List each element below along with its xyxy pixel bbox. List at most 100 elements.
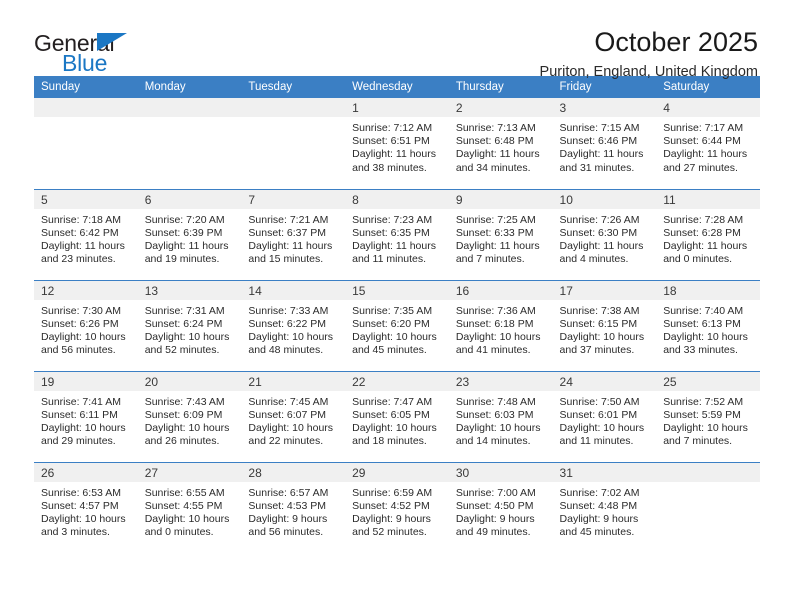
calendar-day-cell[interactable]: 28 Sunrise: 6:57 AM Sunset: 4:53 PM Dayligh… — [241, 461, 346, 553]
day-number: 24 — [552, 371, 657, 391]
sun-info-sunrise: Sunrise: 7:43 AM — [144, 395, 225, 408]
calendar-day-cell[interactable]: 22 Sunrise: 7:47 AM Sunset: 6:05 PM Dayligh… — [345, 370, 449, 462]
calendar-day-cell[interactable]: 18 Sunrise: 7:40 AM Sunset: 6:13 PM Dayligh… — [656, 279, 760, 371]
calendar-day-cell[interactable]: 2 Sunrise: 7:13 AM Sunset: 6:48 PM Daylight… — [448, 98, 553, 189]
calendar-day-cell[interactable]: 17 Sunrise: 7:38 AM Sunset: 6:15 PM Dayligh… — [552, 279, 657, 371]
calendar-day-cell[interactable]: 3 Sunrise: 7:15 AM Sunset: 6:46 PM Daylight… — [552, 98, 657, 189]
calendar-day-cell[interactable]: 16 Sunrise: 7:36 AM Sunset: 6:18 PM Dayligh… — [448, 279, 553, 371]
sun-info-daylight1: Daylight: 11 hours — [559, 239, 644, 252]
sun-info-daylight1: Daylight: 10 hours — [559, 421, 645, 434]
day-number: 2 — [448, 98, 553, 117]
sunrise-sunset-calendar: Sunday Monday Tuesday Wednesday Thursday… — [34, 76, 760, 553]
day-sun-info: Sunrise: 7:50 AM Sunset: 6:01 PM Daylight:… — [553, 391, 657, 449]
weekday-header-thursday: Thursday — [448, 76, 553, 98]
calendar-day-cell[interactable]: 31 Sunrise: 7:02 AM Sunset: 4:48 PM Dayligh… — [552, 461, 657, 553]
sun-info-sunrise: Sunrise: 7:30 AM — [41, 304, 121, 317]
calendar-day-cell[interactable]: 21 Sunrise: 7:45 AM Sunset: 6:07 PM Dayligh… — [241, 370, 346, 462]
title-block: October 2025 Puriton, England, United Ki… — [540, 28, 758, 81]
calendar-day-cell[interactable]: 27 Sunrise: 6:55 AM Sunset: 4:55 PM Dayligh… — [137, 461, 242, 553]
day-number: 4 — [656, 98, 760, 117]
day-number: 19 — [34, 371, 138, 391]
day-sun-info: Sunrise: 7:48 AM Sunset: 6:03 PM Daylight:… — [449, 391, 553, 449]
sun-info-daylight1: Daylight: 11 hours — [144, 239, 229, 252]
day-number: 16 — [448, 280, 553, 300]
sun-info-sunset: Sunset: 4:50 PM — [455, 499, 534, 512]
day-number: 27 — [137, 462, 242, 482]
day-number — [656, 462, 760, 482]
sun-info-daylight2: and 4 minutes. — [559, 253, 629, 266]
calendar-day-cell[interactable]: 4 Sunrise: 7:17 AM Sunset: 6:44 PM Daylight… — [656, 98, 760, 189]
sun-info-sunrise: Sunrise: 7:33 AM — [248, 304, 329, 317]
calendar-week-row: 5 Sunrise: 7:18 AM Sunset: 6:42 PM Daylight… — [34, 188, 760, 280]
sun-info-sunrise: Sunrise: 7:36 AM — [455, 304, 536, 317]
sun-info-daylight2: and 33 minutes. — [663, 344, 738, 357]
sun-info-daylight1: Daylight: 10 hours — [663, 421, 748, 434]
calendar-day-cell[interactable]: 15 Sunrise: 7:35 AM Sunset: 6:20 PM Dayligh… — [345, 279, 449, 371]
sun-info-daylight1: Daylight: 11 hours — [248, 239, 333, 252]
calendar-day-cell[interactable]: 12 Sunrise: 7:30 AM Sunset: 6:26 PM Dayligh… — [34, 279, 138, 371]
sun-info-sunrise: Sunrise: 7:48 AM — [455, 395, 536, 408]
day-sun-info: Sunrise: 7:43 AM Sunset: 6:09 PM Daylight:… — [138, 391, 242, 449]
sun-info-daylight2: and 0 minutes. — [144, 526, 214, 539]
sun-info-sunset: Sunset: 6:11 PM — [41, 408, 118, 421]
sun-info-sunrise: Sunrise: 7:50 AM — [559, 395, 640, 408]
sun-info-sunset: Sunset: 6:28 PM — [663, 226, 741, 239]
sun-info-sunrise: Sunrise: 7:21 AM — [248, 213, 329, 226]
calendar-day-cell[interactable]: 25 Sunrise: 7:52 AM Sunset: 5:59 PM Dayligh… — [656, 370, 760, 462]
day-number: 23 — [448, 371, 553, 391]
calendar-day-cell[interactable]: 19 Sunrise: 7:41 AM Sunset: 6:11 PM Dayligh… — [34, 370, 138, 462]
day-number: 11 — [656, 189, 760, 209]
sun-info-daylight1: Daylight: 10 hours — [455, 421, 541, 434]
day-sun-info: Sunrise: 7:35 AM Sunset: 6:20 PM Daylight:… — [345, 300, 449, 358]
calendar-day-cell[interactable]: 24 Sunrise: 7:50 AM Sunset: 6:01 PM Dayligh… — [552, 370, 657, 462]
day-sun-info: Sunrise: 6:53 AM Sunset: 4:57 PM Daylight:… — [34, 482, 138, 540]
calendar-day-cell[interactable]: 6 Sunrise: 7:20 AM Sunset: 6:39 PM Daylight… — [137, 188, 242, 280]
sun-info-daylight2: and 49 minutes. — [455, 526, 531, 539]
sun-info-sunset: Sunset: 6:07 PM — [248, 408, 327, 421]
calendar-day-cell[interactable]: 7 Sunrise: 7:21 AM Sunset: 6:37 PM Daylight… — [241, 188, 346, 280]
calendar-day-cell[interactable]: 1 Sunrise: 7:12 AM Sunset: 6:51 PM Daylight… — [345, 98, 449, 189]
sun-info-daylight1: Daylight: 11 hours — [455, 148, 540, 161]
sun-info-daylight2: and 27 minutes. — [663, 161, 738, 174]
sun-info-sunset: Sunset: 6:30 PM — [559, 226, 638, 239]
day-number: 10 — [552, 189, 657, 209]
day-sun-info: Sunrise: 6:55 AM Sunset: 4:55 PM Daylight:… — [138, 482, 242, 540]
sun-info-sunset: Sunset: 6:03 PM — [455, 408, 534, 421]
calendar-day-cell[interactable]: 30 Sunrise: 7:00 AM Sunset: 4:50 PM Dayligh… — [448, 461, 553, 553]
sun-info-daylight2: and 45 minutes. — [352, 344, 427, 357]
calendar-day-cell[interactable]: 13 Sunrise: 7:31 AM Sunset: 6:24 PM Dayligh… — [137, 279, 242, 371]
sun-info-sunrise: Sunrise: 7:25 AM — [455, 213, 536, 226]
day-sun-info: Sunrise: 7:33 AM Sunset: 6:22 PM Daylight:… — [241, 300, 345, 358]
weekday-header-wednesday: Wednesday — [345, 76, 449, 98]
calendar-day-cell[interactable]: 5 Sunrise: 7:18 AM Sunset: 6:42 PM Daylight… — [34, 188, 138, 280]
calendar-day-cell[interactable]: 11 Sunrise: 7:28 AM Sunset: 6:28 PM Dayligh… — [656, 188, 760, 280]
calendar-day-cell[interactable]: 26 Sunrise: 6:53 AM Sunset: 4:57 PM Dayligh… — [34, 461, 138, 553]
calendar-day-cell[interactable]: 10 Sunrise: 7:26 AM Sunset: 6:30 PM Dayligh… — [552, 188, 657, 280]
sun-info-sunset: Sunset: 6:35 PM — [352, 226, 430, 239]
day-sun-info: Sunrise: 7:25 AM Sunset: 6:33 PM Daylight:… — [449, 209, 553, 267]
day-number: 28 — [241, 462, 346, 482]
calendar-day-cell[interactable]: 8 Sunrise: 7:23 AM Sunset: 6:35 PM Daylight… — [345, 188, 449, 280]
day-sun-info: Sunrise: 7:00 AM Sunset: 4:50 PM Daylight:… — [449, 482, 553, 540]
logo-flag-icon — [97, 33, 127, 51]
day-number: 12 — [34, 280, 138, 300]
calendar-day-cell[interactable]: 29 Sunrise: 6:59 AM Sunset: 4:52 PM Dayligh… — [345, 461, 449, 553]
sun-info-sunset: Sunset: 6:26 PM — [41, 317, 119, 330]
sun-info-daylight2: and 3 minutes. — [41, 526, 110, 539]
sun-info-sunset: Sunset: 6:18 PM — [455, 317, 534, 330]
weekday-header-monday: Monday — [137, 76, 242, 98]
sun-info-daylight1: Daylight: 11 hours — [455, 239, 540, 252]
sun-info-sunset: Sunset: 6:51 PM — [352, 135, 430, 148]
day-sun-info: Sunrise: 7:26 AM Sunset: 6:30 PM Daylight:… — [553, 209, 657, 267]
calendar-day-cell[interactable]: 23 Sunrise: 7:48 AM Sunset: 6:03 PM Dayligh… — [448, 370, 553, 462]
sun-info-sunrise: Sunrise: 7:15 AM — [559, 122, 640, 134]
sun-info-sunrise: Sunrise: 7:40 AM — [663, 304, 744, 317]
calendar-day-cell[interactable]: 20 Sunrise: 7:43 AM Sunset: 6:09 PM Dayligh… — [137, 370, 242, 462]
day-number: 20 — [137, 371, 242, 391]
sun-info-daylight1: Daylight: 10 hours — [41, 330, 126, 343]
logo-text-blue: Blue — [62, 50, 108, 76]
general-blue-logo[interactable]: General Blue — [34, 28, 154, 76]
calendar-day-cell[interactable]: 9 Sunrise: 7:25 AM Sunset: 6:33 PM Daylight… — [448, 188, 553, 280]
calendar-day-cell[interactable]: 14 Sunrise: 7:33 AM Sunset: 6:22 PM Dayligh… — [241, 279, 346, 371]
sun-info-daylight2: and 52 minutes. — [144, 344, 220, 357]
